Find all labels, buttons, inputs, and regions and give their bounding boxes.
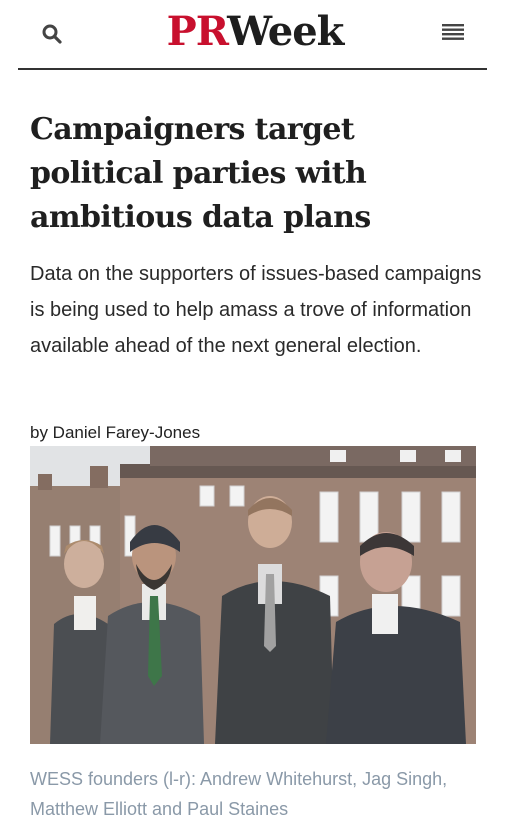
article-byline[interactable]: by Daniel Farey-Jones [30, 422, 470, 444]
article-photo [30, 446, 476, 744]
logo-pr: PR [166, 8, 228, 55]
site-header: PRWeek [0, 0, 510, 68]
photo-caption: WESS founders (l-r): Andrew Whitehurst, … [30, 769, 448, 819]
article-standfirst: Data on the supporters of issues-based c… [30, 263, 482, 357]
article-headline: Campaigners target political parties wit… [30, 112, 371, 235]
logo-week: Week [227, 8, 344, 55]
prweek-logo[interactable]: PRWeek [0, 8, 510, 56]
hamburger-menu-icon[interactable] [442, 22, 464, 42]
header-divider [18, 68, 487, 70]
